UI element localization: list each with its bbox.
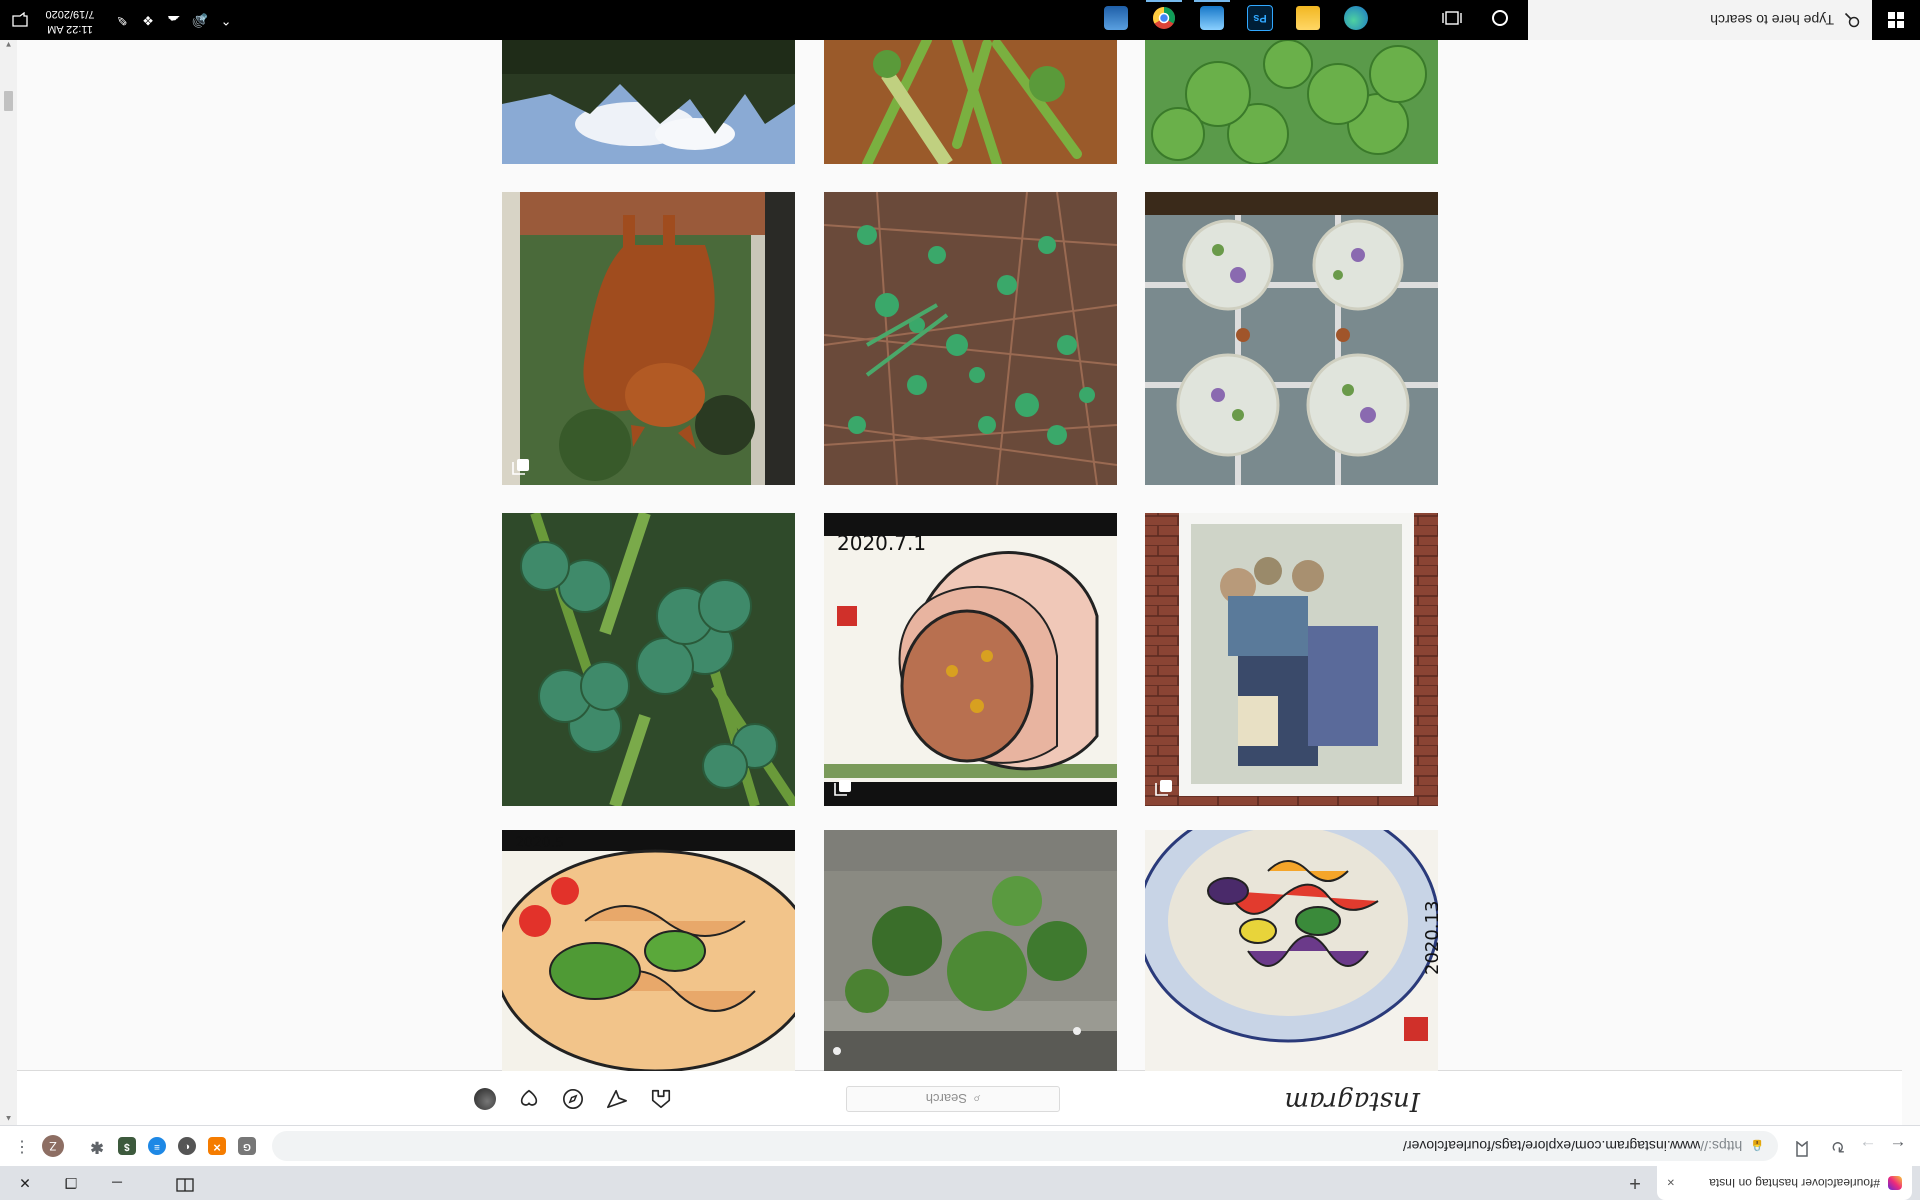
post-grid: 2020.13 2020.5 2020.7.1 [0,0,1920,1200]
post-thumbnail-pine-straw-clover[interactable] [824,192,1117,485]
scroll-up-arrow-icon[interactable]: ▲ [0,1111,17,1125]
windows-start-button[interactable] [1872,0,1920,40]
painting-date: 2020.5 [515,835,564,851]
show-hidden-icons-chevron-icon[interactable]: ⌃ [214,0,238,40]
post-thumbnail-vegetable-painting[interactable]: 2020.13 [1145,830,1438,1071]
file-explorer-icon[interactable] [1288,0,1328,36]
post-thumbnail-orange-cat-window[interactable] [502,192,795,485]
post-thumbnail-food-painting[interactable]: 2020.5 [502,830,795,1071]
pen-tray-icon[interactable]: ✎ [110,0,134,40]
taskbar-clock[interactable]: 11:22 AM 7/19/2020 [30,6,110,36]
cortana-icon[interactable] [1480,0,1520,36]
edge-icon[interactable] [1336,0,1376,36]
microsoft-store-icon[interactable] [1384,0,1424,36]
multiple-photos-icon [1155,780,1172,796]
chrome-icon[interactable] [1144,0,1184,36]
painting-date: 2020.13 [1422,901,1438,975]
windows-taskbar: Type here to search Ps ⌃ 🔊 ☁ ❖ ✎ 11:22 A… [0,0,1920,40]
photoshop-icon[interactable]: Ps [1240,0,1280,36]
clock-time: 11:22 AM [47,23,93,35]
taskbar-search-placeholder: Type here to search [1710,12,1834,28]
post-thumbnail-grass-clover-ground[interactable] [824,830,1117,1071]
onedrive-tray-icon[interactable]: ☁ [162,0,186,40]
clock-date: 7/19/2020 [45,8,95,20]
search-icon [1844,12,1860,28]
post-thumbnail-shadowbox-frame[interactable] [1145,513,1438,806]
post-thumbnail-resin-flower-suncatchers[interactable] [1145,192,1438,485]
multiple-photos-icon [834,780,851,796]
dropbox-tray-icon[interactable]: ❖ [136,0,160,40]
volume-icon[interactable]: 🔊 [188,0,212,40]
task-view-icon[interactable] [1432,0,1472,36]
painting-date: 2020.7.1 [837,531,926,555]
onedrive-icon[interactable] [1192,0,1232,36]
post-thumbnail-green-clover-closeup[interactable] [502,513,795,806]
notification-center-icon[interactable] [8,8,32,32]
post-thumbnail-grass-blades[interactable] [824,40,1117,164]
post-thumbnail-clover-patch[interactable] [1145,40,1438,164]
page-scrollbar[interactable]: ▲ ▼ [0,37,17,1125]
post-thumbnail-lake-reflection[interactable] [502,40,795,164]
post-thumbnail-ham-painting[interactable]: 2020.7.1 [824,513,1117,806]
taskbar-search-box[interactable]: Type here to search [1528,0,1872,40]
control-panel-icon[interactable] [1096,0,1136,36]
windows-logo-icon [1888,12,1904,28]
scrollbar-thumb[interactable] [4,91,13,111]
multiple-photos-icon [512,459,529,475]
screen: #fourleafclover hashtag on Insta × + ─ ❐… [0,0,1920,1200]
